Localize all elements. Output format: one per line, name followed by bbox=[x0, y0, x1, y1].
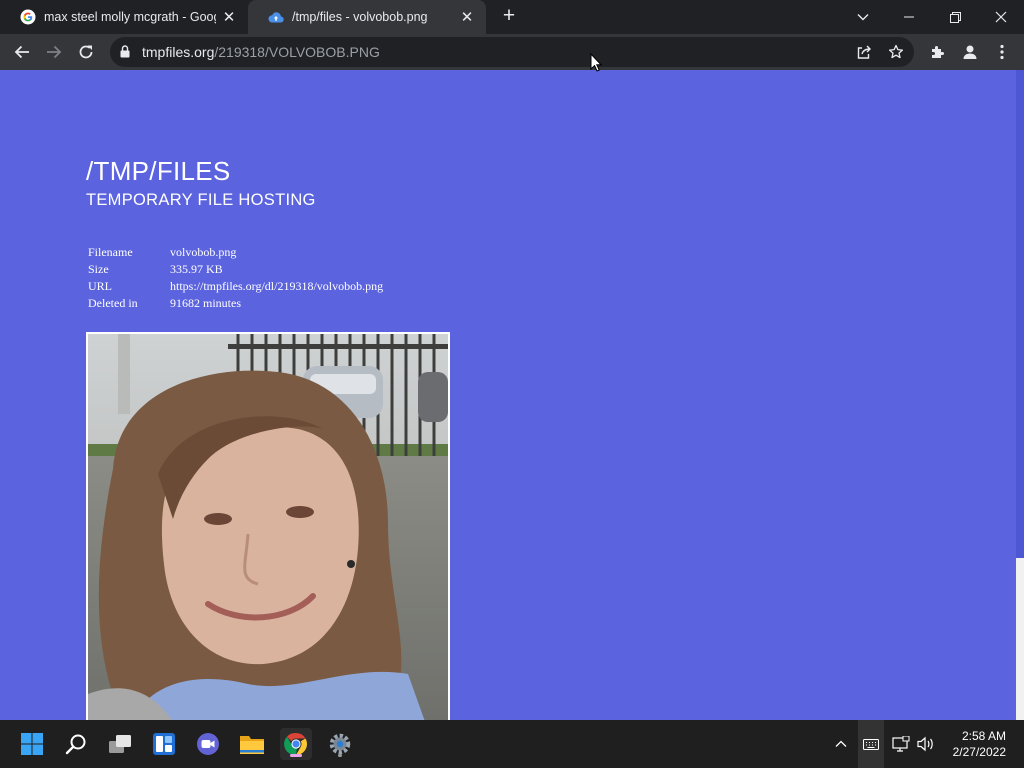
tab-tmpfiles[interactable]: /tmp/files - volvobob.png ✕ bbox=[248, 0, 486, 34]
file-info-label: Deleted in bbox=[88, 296, 138, 310]
lock-icon[interactable] bbox=[120, 45, 130, 63]
menu-button[interactable] bbox=[988, 38, 1016, 66]
page-title: /TMP/FILES bbox=[86, 156, 231, 186]
file-info-value: 335.97 KB bbox=[170, 262, 223, 276]
file-info-row-filename: Filename volvobob.png bbox=[88, 245, 383, 262]
chevron-up-icon bbox=[835, 740, 847, 747]
chevron-down-icon bbox=[857, 14, 869, 21]
arrow-right-icon bbox=[47, 45, 62, 59]
file-explorer-button[interactable] bbox=[236, 728, 268, 760]
start-button[interactable] bbox=[16, 728, 48, 760]
more-vert-icon bbox=[1000, 44, 1004, 60]
show-hidden-icons-button[interactable] bbox=[830, 734, 852, 754]
settings-icon bbox=[329, 733, 351, 755]
image-preview bbox=[86, 332, 450, 720]
page-subtitle: TEMPORARY FILE HOSTING bbox=[86, 191, 316, 209]
file-info-table: Filename volvobob.png Size 335.97 KB URL… bbox=[88, 245, 383, 313]
page-scrollbar-thumb[interactable] bbox=[1016, 70, 1024, 558]
running-indicator bbox=[338, 754, 342, 757]
settings-taskbar-button[interactable] bbox=[324, 728, 356, 760]
back-button[interactable] bbox=[8, 38, 36, 66]
person-icon bbox=[963, 45, 977, 59]
tab-title: max steel molly mcgrath - Google bbox=[44, 10, 216, 24]
page-content: /TMP/FILES TEMPORARY FILE HOSTING Filena… bbox=[0, 70, 1024, 720]
chrome-taskbar-button[interactable] bbox=[280, 728, 312, 760]
task-view-icon bbox=[109, 735, 131, 753]
file-info-row-url: URL https://tmpfiles.org/dl/219318/volvo… bbox=[88, 279, 383, 296]
restore-button[interactable] bbox=[932, 0, 978, 34]
browser-toolbar: tmpfiles.org/219318/VOLVOBOB.PNG bbox=[0, 34, 1024, 70]
volume-button[interactable] bbox=[915, 734, 937, 754]
reload-icon bbox=[79, 45, 93, 59]
teams-chat-button[interactable] bbox=[192, 728, 224, 760]
close-window-button[interactable] bbox=[978, 0, 1024, 34]
teams-chat-icon bbox=[197, 733, 219, 755]
cloud-upload-icon bbox=[268, 9, 284, 25]
forward-button[interactable] bbox=[40, 38, 68, 66]
chrome-icon bbox=[284, 732, 307, 756]
minimize-button[interactable] bbox=[886, 0, 932, 34]
system-clock[interactable]: 2:58 AM 2/27/2022 bbox=[953, 728, 1006, 760]
file-download-link[interactable]: https://tmpfiles.org/dl/219318/volvobob.… bbox=[170, 279, 383, 296]
widgets-icon bbox=[153, 733, 175, 755]
keyboard-icon bbox=[863, 738, 879, 750]
file-info-label: URL bbox=[88, 279, 112, 293]
mouse-cursor-icon bbox=[590, 53, 602, 72]
file-explorer-icon bbox=[240, 736, 264, 754]
file-info-label: Size bbox=[88, 262, 109, 276]
address-bar[interactable]: tmpfiles.org/219318/VOLVOBOB.PNG bbox=[110, 37, 914, 67]
tab-strip: max steel molly mcgrath - Google ✕ /tmp/… bbox=[0, 0, 1024, 34]
url-text[interactable]: tmpfiles.org/219318/VOLVOBOB.PNG bbox=[142, 44, 380, 60]
network-button[interactable] bbox=[890, 734, 912, 754]
network-icon bbox=[892, 736, 910, 752]
arrow-left-icon bbox=[14, 45, 29, 59]
minimize-icon bbox=[904, 16, 914, 18]
file-info-value: volvobob.png bbox=[170, 245, 237, 259]
file-info-value: 91682 minutes bbox=[170, 296, 241, 310]
google-g-icon bbox=[20, 9, 36, 25]
clock-date: 2/27/2022 bbox=[952, 745, 1006, 759]
file-info-row-deleted-in: Deleted in 91682 minutes bbox=[88, 296, 383, 313]
tab-google-search[interactable]: max steel molly mcgrath - Google ✕ bbox=[0, 0, 248, 34]
new-tab-button[interactable]: + bbox=[497, 5, 521, 29]
file-info-row-size: Size 335.97 KB bbox=[88, 262, 383, 279]
speaker-icon bbox=[917, 736, 933, 752]
tab-close-icon[interactable]: ✕ bbox=[458, 8, 476, 26]
taskbar-search-button[interactable] bbox=[60, 728, 92, 760]
tab-title: /tmp/files - volvobob.png bbox=[292, 10, 428, 24]
restore-icon bbox=[949, 11, 961, 23]
puzzle-icon bbox=[932, 46, 944, 58]
close-icon bbox=[995, 11, 1007, 23]
running-indicator bbox=[290, 754, 302, 757]
search-icon bbox=[65, 734, 86, 755]
windows-taskbar: 2:58 AM 2/27/2022 bbox=[0, 720, 1024, 768]
clock-time: 2:58 AM bbox=[961, 729, 1006, 743]
task-view-button[interactable] bbox=[104, 728, 136, 760]
widgets-button[interactable] bbox=[148, 728, 180, 760]
file-info-label: Filename bbox=[88, 245, 133, 259]
profile-button[interactable] bbox=[956, 38, 984, 66]
extensions-button[interactable] bbox=[924, 38, 952, 66]
reload-button[interactable] bbox=[72, 38, 100, 66]
share-icon[interactable] bbox=[856, 44, 872, 65]
touch-keyboard-button[interactable] bbox=[858, 720, 884, 768]
start-icon bbox=[21, 733, 43, 755]
bookmark-star-icon[interactable] bbox=[888, 44, 904, 65]
tab-search-button[interactable] bbox=[840, 0, 886, 34]
url-path: /219318/VOLVOBOB.PNG bbox=[214, 44, 380, 60]
tab-close-icon[interactable]: ✕ bbox=[220, 8, 238, 26]
url-host: tmpfiles.org bbox=[142, 44, 215, 60]
